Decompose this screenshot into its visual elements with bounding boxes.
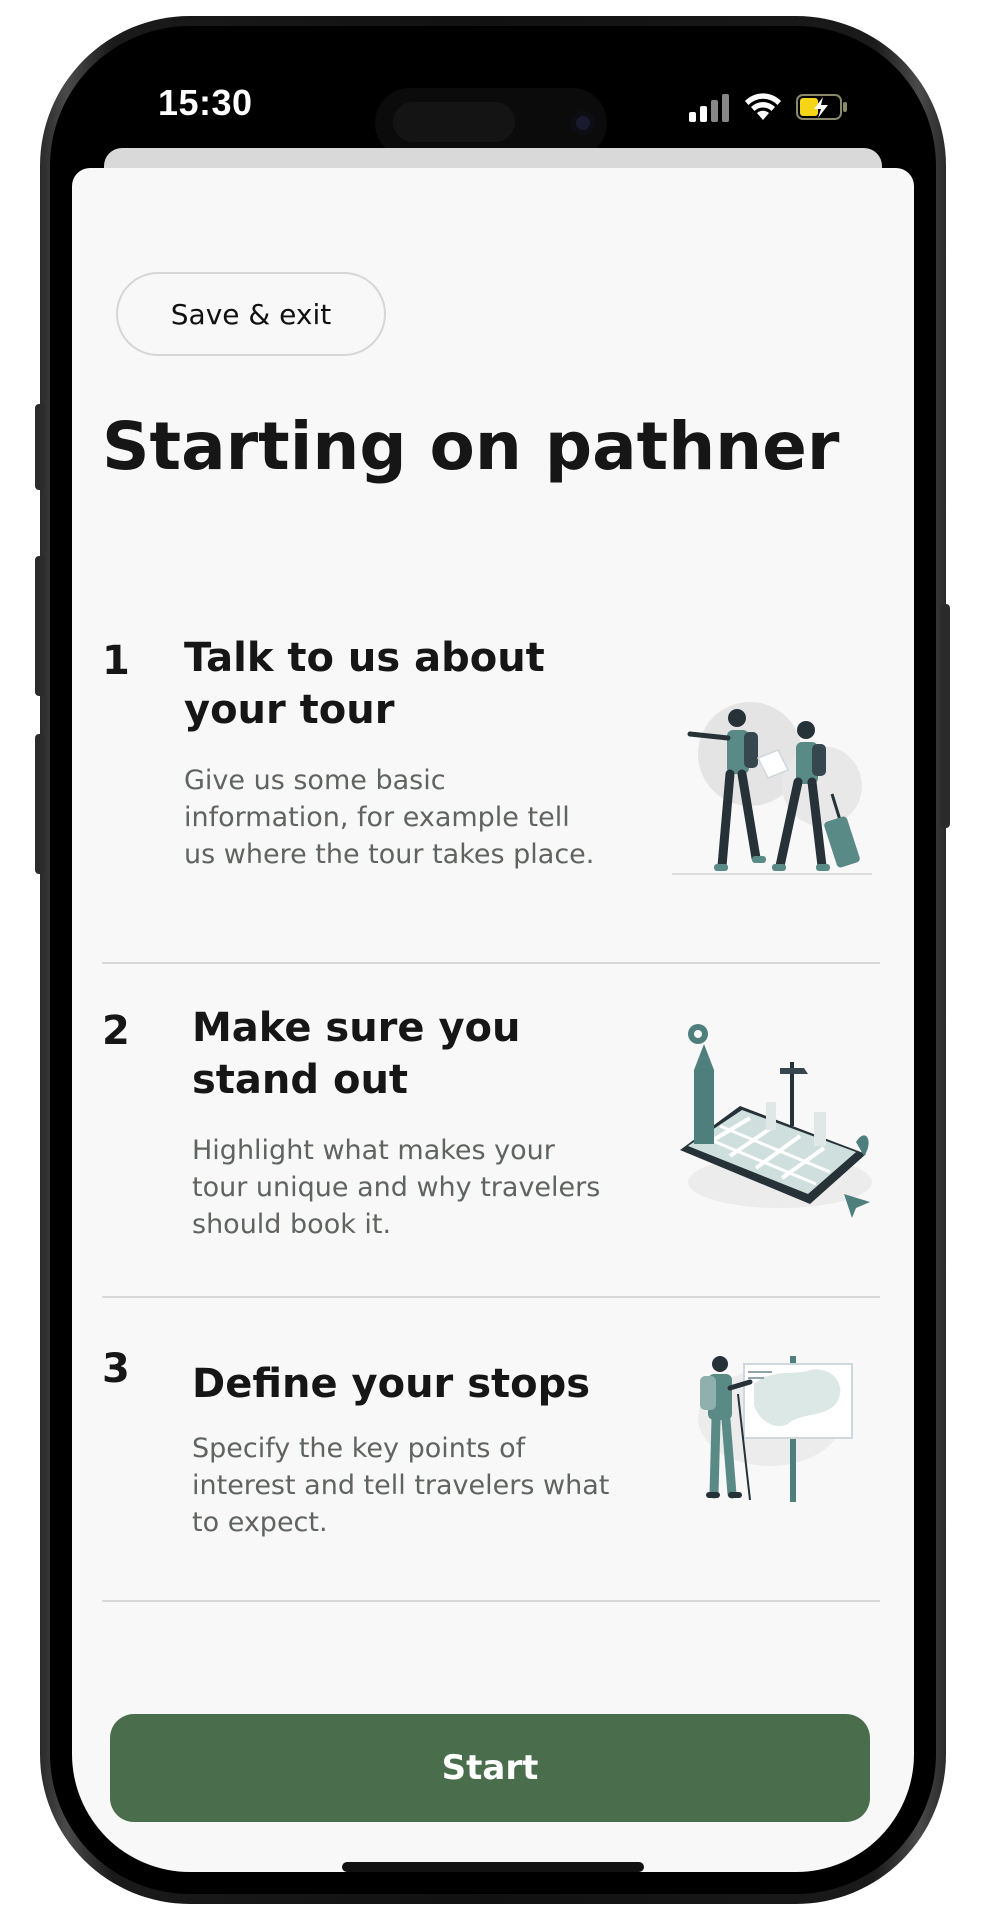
step-title-line: Talk to us about [184, 635, 545, 681]
start-button[interactable]: Start [110, 1714, 870, 1822]
volume-up-button [35, 556, 45, 696]
step-description: Highlight what makes your tour unique an… [192, 1135, 601, 1240]
step-title: Talk to us about your tour [184, 632, 604, 736]
status-time: 15:30 [158, 82, 253, 123]
save-exit-button[interactable]: Save & exit [116, 272, 386, 356]
step-1: 1 Talk to us about your tour Give us som… [102, 635, 880, 908]
travelers-with-map-illustration [672, 702, 872, 875]
step-description: Give us some basic information, for exam… [184, 765, 595, 870]
step-description: Specify the key points of interest and t… [192, 1433, 610, 1538]
divider [102, 1600, 880, 1602]
wifi-icon [745, 93, 781, 120]
status-bar: 15:30 [72, 48, 914, 160]
front-camera [571, 111, 595, 135]
screen: 15:30 Save & exit Starting on pathner 1 … [72, 48, 914, 1872]
home-indicator[interactable] [342, 1862, 644, 1872]
step-title: Define your stops [192, 1358, 612, 1410]
volume-down-button [35, 734, 45, 874]
step-number: 1 [102, 638, 130, 684]
hiker-at-map-board-illustration [698, 1356, 853, 1502]
step-2: 2 Make sure you stand out Highlight what… [102, 1005, 880, 1248]
step-3: 3 Define your stops Specify the key poin… [102, 1346, 880, 1546]
step-number: 3 [102, 1346, 130, 1392]
step-title-line: Define your stops [192, 1361, 591, 1407]
step-title-line: your tour [184, 687, 395, 733]
cellular-signal-icon [689, 94, 733, 122]
divider [102, 962, 880, 964]
power-button [940, 604, 950, 828]
page-title: Starting on pathner [102, 408, 840, 485]
island-sensor [393, 102, 515, 142]
onboarding-sheet: Save & exit Starting on pathner 1 Talk t… [72, 168, 914, 1872]
step-title: Make sure you stand out [192, 1002, 612, 1106]
step-number: 2 [102, 1008, 130, 1054]
step-title-line: Make sure you [192, 1005, 521, 1051]
action-button [35, 404, 45, 490]
battery-charging-icon [796, 94, 847, 120]
city-map-tablet-illustration [680, 1024, 872, 1218]
divider [102, 1296, 880, 1298]
step-title-line: stand out [192, 1057, 409, 1103]
